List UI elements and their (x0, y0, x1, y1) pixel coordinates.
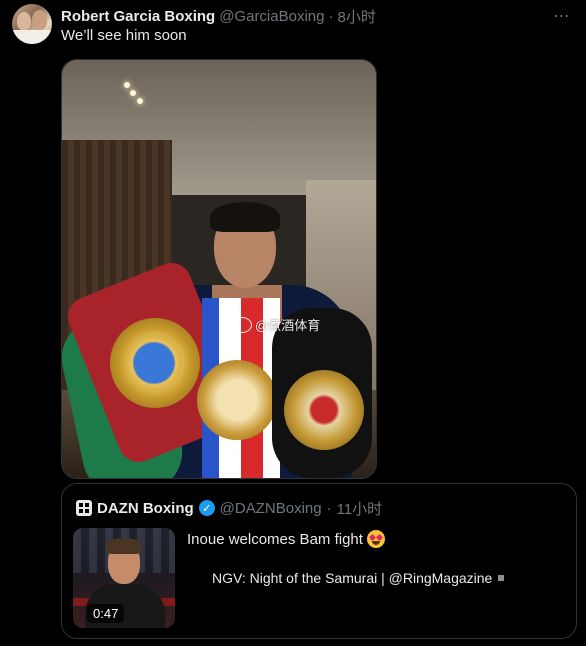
avatar-person-right (32, 10, 47, 30)
quote-author-handle: @DAZNBoxing (219, 499, 322, 517)
square-icon (498, 575, 505, 581)
more-dots-icon[interactable]: ⋯ (550, 6, 574, 26)
avatar-person-left (17, 12, 31, 30)
quote-subtext: NGV: Night of the Samurai | @RingMagazin… (212, 570, 505, 586)
author-handle[interactable]: @GarciaBoxing (219, 8, 324, 25)
avatar-shirt (12, 30, 52, 44)
dazn-logo-icon (76, 500, 92, 516)
quote-header: DAZN Boxing ✓ @DAZNBoxing · 11小时 (76, 498, 382, 518)
ceiling-light (130, 90, 136, 96)
thumb-hair (106, 538, 142, 554)
ceiling-light (137, 98, 143, 104)
separator-dot: · (328, 7, 334, 25)
separator-dot: · (326, 499, 332, 517)
boxer-hair (210, 202, 280, 232)
weibo-icon (232, 316, 252, 333)
ceiling-light (124, 82, 130, 88)
video-thumbnail[interactable]: 0:47 (73, 528, 175, 628)
black-belt-plate (284, 370, 364, 450)
author-name[interactable]: Robert Garcia Boxing (61, 8, 215, 25)
belt-plate-center (126, 335, 182, 391)
tweet-photo[interactable]: @煮酒体育 (61, 59, 377, 479)
quoted-tweet[interactable]: DAZN Boxing ✓ @DAZNBoxing · 11小时 0:47 In… (61, 483, 577, 639)
quote-subtext-content: NGV: Night of the Samurai | @RingMagazin… (212, 570, 493, 586)
author-avatar[interactable] (12, 4, 52, 44)
tweet-timestamp[interactable]: 8小时 (337, 6, 375, 27)
quote-timestamp: 11小时 (336, 500, 383, 518)
verified-badge-icon: ✓ (198, 500, 215, 516)
flag-belt-plate (197, 360, 277, 440)
tweet-header: Robert Garcia Boxing @GarciaBoxing · 8小时 (61, 6, 376, 26)
quote-author-name: DAZN Boxing (97, 499, 194, 517)
video-duration: 0:47 (87, 604, 125, 623)
quote-text-content: Inoue welcomes Bam fight (187, 530, 363, 548)
tweet-text: We’ll see him soon (61, 27, 187, 44)
quote-text: Inoue welcomes Bam fight (187, 530, 385, 548)
photo-watermark: @煮酒体育 (232, 315, 320, 334)
watermark-text: @煮酒体育 (255, 318, 321, 333)
heart-eyes-emoji-icon (366, 530, 385, 548)
